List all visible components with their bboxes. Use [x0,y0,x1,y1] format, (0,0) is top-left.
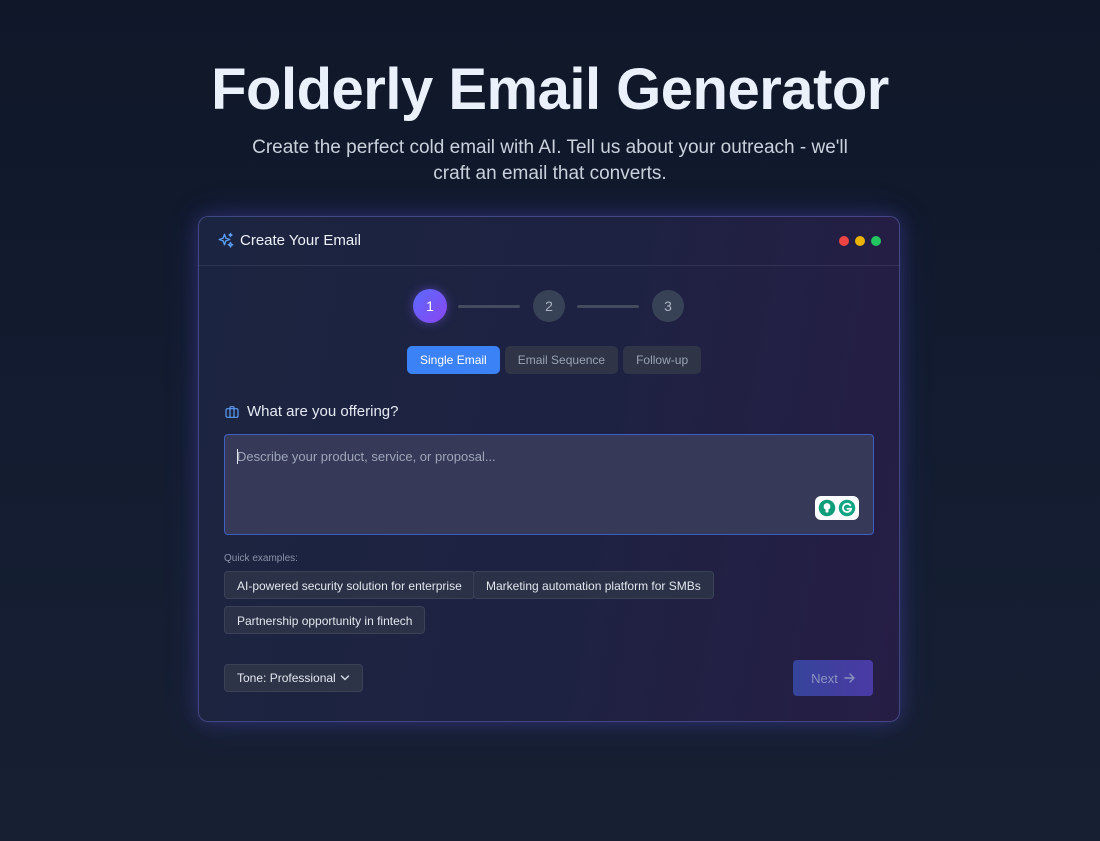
example-chip[interactable]: Marketing automation platform for SMBs [473,571,714,599]
window-controls [839,236,881,246]
email-generator-card: Create Your Email 1 2 3 Single Email Ema… [198,216,900,722]
card-header: Create Your Email [199,217,899,266]
chevron-down-icon [340,675,350,681]
page-subtitle: Create the perfect cold email with AI. T… [252,137,848,184]
step-connector-2 [577,305,639,308]
quick-examples-label: Quick examples: [224,553,298,564]
tone-select[interactable]: Tone: Professional [224,664,363,692]
step-2[interactable]: 2 [533,290,565,322]
lightbulb-icon[interactable] [818,499,836,517]
tab-single-email[interactable]: Single Email [407,346,500,374]
step-connector-1 [458,305,520,308]
card-title: Create Your Email [240,232,361,249]
briefcase-icon [225,405,239,418]
maximize-dot [871,236,881,246]
text-caret [237,449,238,464]
mode-tabs: Single Email Email Sequence Follow-up [407,346,702,374]
example-chip[interactable]: Partnership opportunity in fintech [224,606,426,634]
tab-follow-up[interactable]: Follow-up [623,346,702,374]
next-button-label: Next [811,670,838,686]
offer-input[interactable] [225,435,873,534]
stepper: 1 2 3 [413,289,685,323]
minimize-dot [855,236,865,246]
offer-input-wrapper [224,434,874,535]
offer-label: What are you offering? [247,403,399,420]
offer-section-label: What are you offering? [224,403,398,420]
tone-select-label: Tone: Professional [237,671,336,685]
arrow-right-icon [844,673,855,683]
example-chip[interactable]: AI-powered security solution for enterpr… [224,571,475,599]
step-3[interactable]: 3 [652,290,684,322]
tab-email-sequence[interactable]: Email Sequence [504,346,619,374]
close-dot [839,236,849,246]
grammarly-icon[interactable] [838,499,856,517]
writing-assistant-badges [815,496,859,520]
step-1[interactable]: 1 [413,289,447,323]
next-button[interactable]: Next [793,660,873,696]
sparkles-icon [218,232,234,248]
page-title: Folderly Email Generator [211,57,889,122]
